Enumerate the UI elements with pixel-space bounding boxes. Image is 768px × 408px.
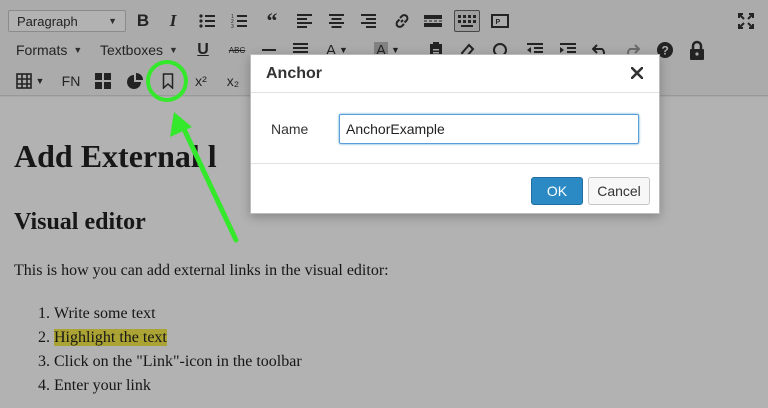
anchor-dialog: Anchor Name OK Cancel (250, 54, 660, 214)
dialog-title: Anchor (266, 65, 322, 82)
cancel-button[interactable]: Cancel (588, 177, 650, 205)
anchor-name-input[interactable] (339, 114, 639, 144)
dialog-footer: OK Cancel (251, 163, 659, 215)
ok-button[interactable]: OK (531, 177, 583, 205)
name-label: Name (271, 121, 309, 137)
close-icon[interactable] (627, 63, 647, 83)
dialog-header: Anchor (251, 55, 659, 93)
